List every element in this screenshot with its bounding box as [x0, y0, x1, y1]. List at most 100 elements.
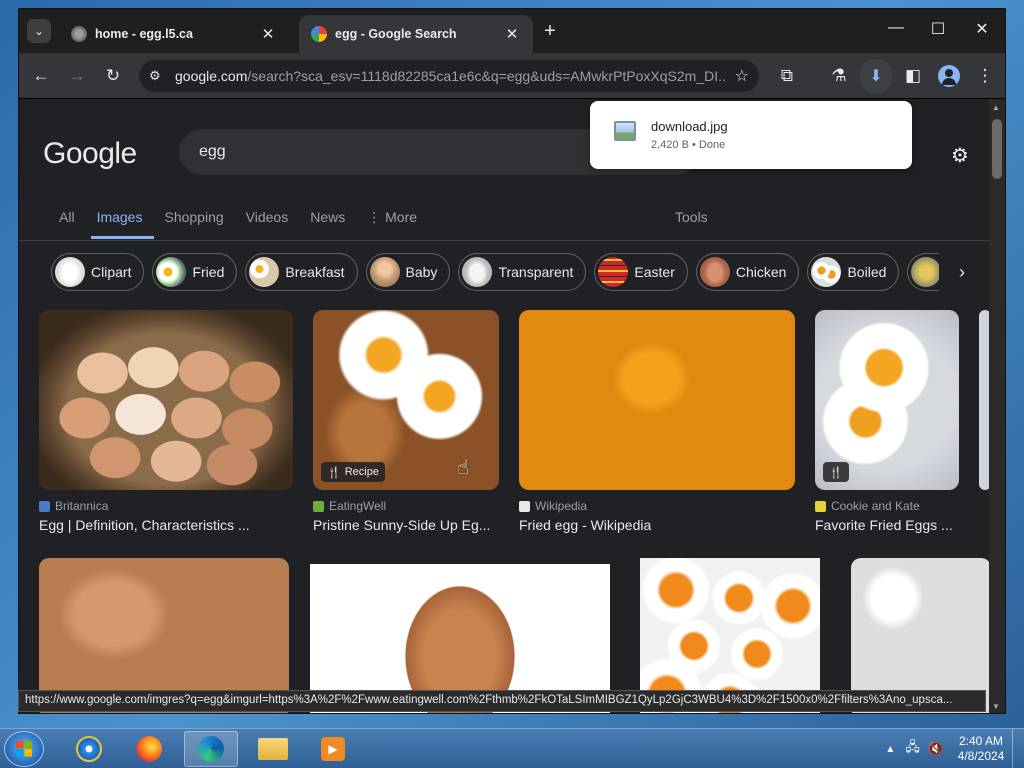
chip-boiled[interactable]: Boiled	[807, 253, 900, 291]
extensions-icon[interactable]: ⧉	[775, 64, 799, 88]
result-title[interactable]: Fried egg - Wikipedia	[519, 517, 795, 533]
chip-baby[interactable]: Baby	[365, 253, 451, 291]
result-title[interactable]: Favorite Fried Eggs ...	[815, 517, 959, 533]
google-logo[interactable]: Google	[43, 137, 137, 171]
tab-more[interactable]: ⋮ More	[361, 203, 429, 239]
status-url-bar: https://www.google.com/imgres?q=egg&imgu…	[18, 690, 986, 712]
edge-icon	[198, 736, 224, 762]
result-image-favorite-fried-eggs[interactable]: 🍴	[815, 310, 959, 490]
taskbar-internet-explorer[interactable]	[62, 731, 116, 767]
clock-time: 2:40 AM	[958, 734, 1004, 748]
image-result[interactable]: Wikipedia Fried egg - Wikipedia	[519, 310, 795, 533]
clock[interactable]: 2:40 AM 4/8/2024	[950, 734, 1012, 764]
taskbar-file-explorer[interactable]	[246, 731, 300, 767]
chip-thumbnail	[699, 257, 730, 287]
tab-images[interactable]: Images	[90, 203, 155, 239]
scrollbar-thumb[interactable]	[992, 119, 1002, 179]
utensils-icon: 🍴	[327, 466, 341, 479]
clock-date: 4/8/2024	[957, 749, 1005, 763]
show-hidden-icons[interactable]: ▲	[885, 744, 895, 755]
google-icon	[311, 26, 327, 42]
chip-thumbnail	[369, 257, 400, 287]
volume-muted-icon[interactable]: 🔇	[928, 741, 944, 757]
chip-breakfast[interactable]: Breakfast	[245, 253, 358, 291]
image-file-icon	[614, 121, 636, 141]
reload-button[interactable]: ↻	[101, 64, 125, 88]
taskbar-media-player[interactable]: ▶	[306, 731, 360, 767]
back-button[interactable]: ←	[29, 64, 53, 88]
side-panel-icon[interactable]: ◧	[901, 64, 925, 88]
start-button[interactable]	[4, 731, 44, 767]
tab-videos[interactable]: Videos	[240, 203, 301, 239]
image-result[interactable]: Britannica Egg | Definition, Characteris…	[39, 310, 293, 533]
scroll-down-icon[interactable]: ▼	[992, 702, 1000, 711]
chip-fried[interactable]: Fried	[152, 253, 238, 291]
bookmark-star-icon[interactable]: ☆	[735, 66, 749, 86]
taskbar-firefox[interactable]	[122, 731, 176, 767]
download-filename[interactable]: download.jpg	[651, 119, 728, 134]
address-bar[interactable]: ⚙ google.com/search?sca_esv=1118d82285ca…	[139, 60, 759, 92]
tab-all[interactable]: All	[53, 203, 87, 239]
chevron-right-icon[interactable]: ›	[959, 262, 965, 283]
settings-gear-icon[interactable]: ⚙	[951, 143, 969, 168]
utensils-icon: 🍴	[829, 466, 843, 479]
site-info-icon[interactable]: ⚙	[149, 68, 167, 84]
browser-window: ⌄ home - egg.l5.ca ✕ egg - Google Search…	[18, 8, 1006, 714]
chip-clipart[interactable]: Clipart	[51, 253, 145, 291]
new-tab-button[interactable]: +	[539, 21, 561, 41]
forward-button[interactable]: →	[65, 64, 89, 88]
download-button[interactable]: ⬇	[859, 59, 893, 93]
result-source: Cookie and Kate	[815, 499, 959, 513]
eatingwell-icon	[313, 500, 324, 512]
chip-easter[interactable]: Easter	[594, 253, 688, 291]
chip-thumbnail	[462, 257, 493, 287]
close-icon[interactable]: ✕	[259, 25, 277, 43]
result-image-fried-egg[interactable]	[519, 310, 795, 490]
scroll-up-icon[interactable]: ▲	[992, 103, 1000, 112]
recipe-badge: 🍴	[823, 462, 849, 482]
labs-flask-icon[interactable]: ⚗	[827, 64, 851, 88]
media-player-icon: ▶	[321, 737, 345, 761]
minimize-button[interactable]: —	[881, 19, 911, 37]
close-icon[interactable]: ✕	[503, 25, 521, 43]
maximize-button[interactable]: ☐	[923, 19, 953, 39]
tab-strip: ⌄ home - egg.l5.ca ✕ egg - Google Search…	[19, 9, 1005, 53]
recipe-badge: 🍴 Recipe	[321, 462, 385, 482]
result-title[interactable]: Pristine Sunny-Side Up Eg...	[313, 517, 499, 533]
tab-home[interactable]: home - egg.l5.ca ✕	[59, 15, 289, 53]
system-tray: ▲ 🖧 🔇 2:40 AM 4/8/2024	[885, 729, 1024, 768]
download-icon: ⬇	[869, 68, 883, 85]
chip-thumbnail	[811, 257, 842, 287]
show-desktop-button[interactable]	[1012, 729, 1024, 768]
taskbar-edge[interactable]	[184, 731, 238, 767]
tab-shopping[interactable]: Shopping	[158, 203, 235, 239]
tab-google-search[interactable]: egg - Google Search ✕	[299, 15, 533, 53]
close-window-button[interactable]: ✕	[967, 19, 997, 39]
taskbar: ▶ ▲ 🖧 🔇 2:40 AM 4/8/2024	[0, 728, 1024, 768]
network-icon[interactable]: 🖧	[905, 738, 920, 760]
result-image-basket-eggs[interactable]	[39, 310, 293, 490]
tab-search-button[interactable]: ⌄	[27, 19, 51, 43]
menu-kebab-icon[interactable]: ⋮	[973, 64, 997, 88]
wikipedia-icon	[519, 500, 530, 512]
result-image-sunny-side-up[interactable]: 🍴 Recipe	[313, 310, 499, 490]
chip-thumbnail	[598, 257, 629, 287]
profile-avatar[interactable]	[937, 64, 961, 88]
scrollbar[interactable]: ▲ ▼	[989, 99, 1005, 713]
folder-icon	[258, 738, 288, 760]
image-result[interactable]: 🍴 Recipe EatingWell Pristine Sunny-Side U…	[313, 310, 499, 533]
chip-thumbnail	[156, 257, 187, 287]
result-title[interactable]: Egg | Definition, Characteristics ...	[39, 517, 293, 533]
chip-chicken[interactable]: Chicken	[695, 253, 800, 291]
chip-thumbnail	[55, 257, 85, 287]
image-result[interactable]: 🍴 Cookie and Kate Favorite Fried Eggs ..…	[815, 310, 959, 533]
download-bubble[interactable]: download.jpg 2,420 B • Done	[590, 101, 912, 169]
cookie-and-kate-icon	[815, 500, 826, 512]
result-source: EatingWell	[313, 499, 499, 513]
chip-transparent[interactable]: Transparent	[458, 253, 587, 291]
tools-button[interactable]: Tools	[675, 209, 708, 225]
chip-partial[interactable]	[907, 253, 940, 291]
search-page: Google egg ✕ ⚙ All Images Shopping Video…	[19, 99, 991, 713]
more-dots-icon: ⋮	[367, 209, 382, 225]
tab-news[interactable]: News	[304, 203, 357, 239]
